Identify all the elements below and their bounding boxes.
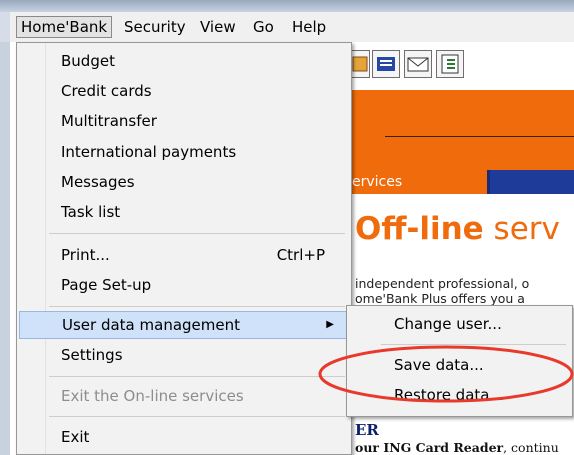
- highlight-ellipse-annotation: [318, 345, 574, 403]
- menu-item-multitransfer[interactable]: Multitransfer: [19, 107, 349, 135]
- folder-icon[interactable]: [350, 50, 370, 78]
- nav-strip: ervices: [350, 170, 574, 194]
- page-title: Off-line serv: [355, 211, 560, 247]
- nav-tab-services[interactable]: ervices: [350, 170, 487, 194]
- shortcut-ctrl-p: Ctrl+P: [276, 246, 325, 264]
- menu-homebank[interactable]: Home'Bank: [16, 16, 113, 38]
- nav-tab-2[interactable]: [490, 170, 574, 194]
- section-heading: ER: [355, 421, 379, 439]
- menu-help[interactable]: Help: [288, 17, 330, 37]
- menu-item-credit-cards[interactable]: Credit cards: [19, 77, 349, 105]
- homebank-dropdown-menu: Budget Credit cards Multitransfer Intern…: [16, 42, 352, 455]
- body-text-line-2: ome'Bank Plus offers you a: [355, 291, 525, 306]
- menu-item-messages[interactable]: Messages: [19, 168, 349, 196]
- card-reader-link: our ING Card Reader: [355, 440, 504, 455]
- body-text-line-1: independent professional, o: [355, 276, 530, 291]
- menu-item-exit[interactable]: Exit: [19, 423, 349, 451]
- window-frame-top: [0, 0, 574, 12]
- submenu-item-change-user[interactable]: Change user...: [349, 310, 570, 338]
- menu-item-page-setup[interactable]: Page Set-up: [19, 271, 349, 299]
- menu-item-settings[interactable]: Settings: [19, 341, 349, 369]
- card-reader-text: our ING Card Reader, continu: [355, 440, 559, 455]
- menu-item-task-list[interactable]: Task list: [19, 198, 349, 226]
- menu-item-user-data-management[interactable]: User data management ▶: [19, 311, 349, 339]
- menu-separator: [49, 416, 345, 417]
- header-banner: [350, 90, 574, 170]
- submenu-arrow-icon: ▶: [326, 319, 334, 330]
- envelope-icon[interactable]: [404, 50, 432, 78]
- menu-separator: [49, 376, 345, 377]
- menu-item-print[interactable]: Print... Ctrl+P: [19, 241, 349, 269]
- menu-item-exit-online-services: Exit the On-line services: [61, 387, 244, 405]
- title-bold: Off-line: [355, 211, 484, 247]
- menu-go[interactable]: Go: [249, 17, 278, 37]
- title-light: serv: [483, 211, 560, 247]
- menu-security[interactable]: Security: [120, 17, 190, 37]
- menubar: Home'Bank Security View Go Help: [10, 12, 574, 43]
- menu-separator: [49, 306, 345, 307]
- task-list-icon[interactable]: [436, 50, 464, 78]
- banner-rule: [385, 136, 574, 137]
- card-reader-rest: , continu: [503, 440, 559, 455]
- menu-separator: [49, 233, 345, 234]
- menu-view[interactable]: View: [196, 17, 240, 37]
- menu-item-international-payments[interactable]: International payments: [19, 138, 349, 166]
- menu-item-print-label: Print...: [61, 246, 110, 264]
- menu-item-budget[interactable]: Budget: [19, 47, 349, 75]
- window-frame-left: [0, 42, 10, 455]
- card-icon[interactable]: [372, 50, 400, 78]
- menu-item-user-data-label: User data management: [62, 316, 240, 334]
